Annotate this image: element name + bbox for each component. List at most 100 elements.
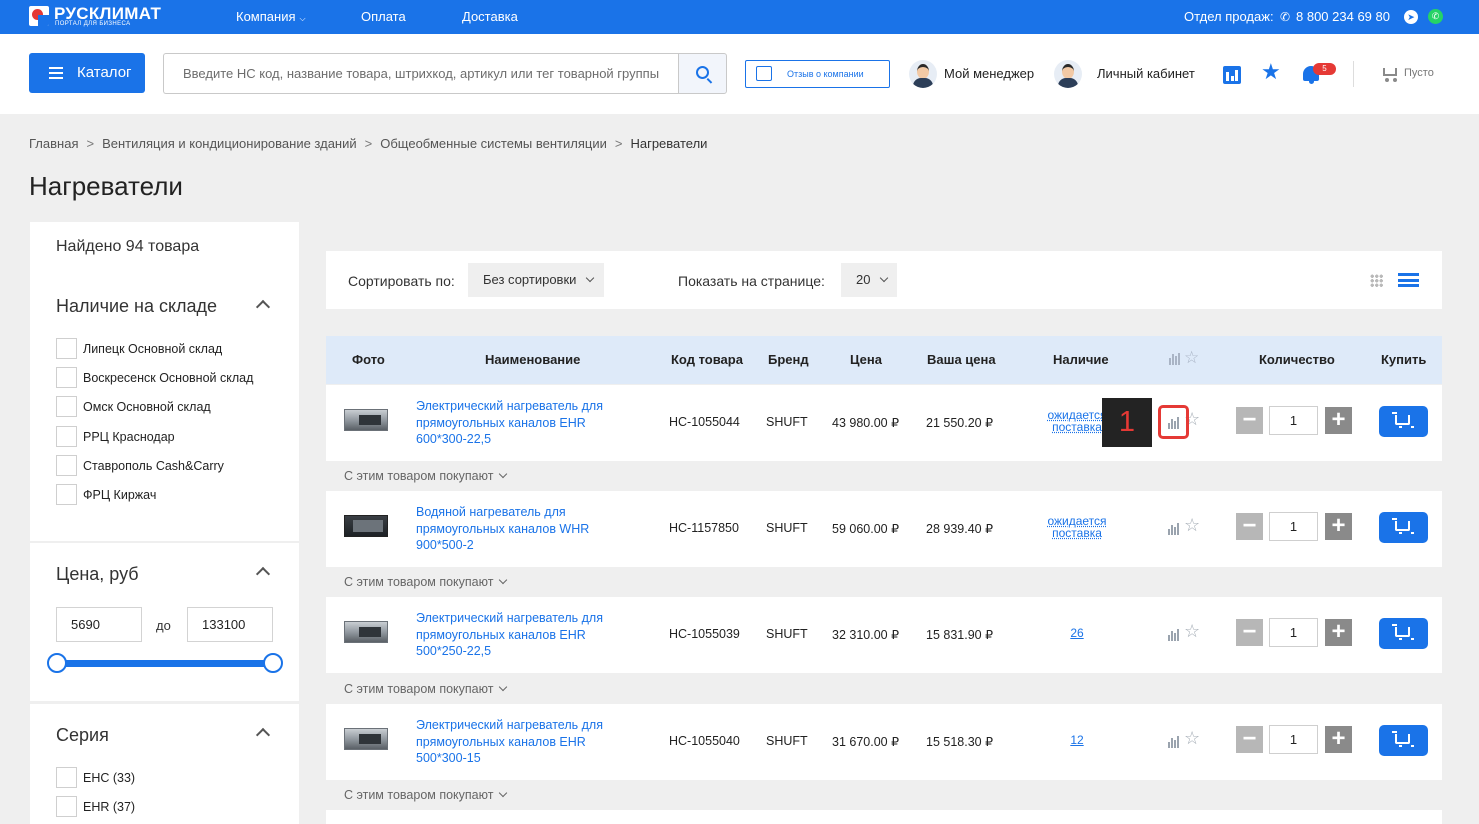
also-bought-toggle[interactable]: С этим товаром покупают xyxy=(326,567,1442,597)
plus-icon[interactable]: + xyxy=(1325,513,1352,540)
sort-select[interactable]: Без сортировки xyxy=(468,263,604,297)
also-bought-toggle[interactable]: С этим товаром покупают xyxy=(326,461,1442,491)
price-min-input[interactable] xyxy=(56,607,142,642)
favorite-star-icon[interactable]: ☆ xyxy=(1184,729,1200,747)
stats-icon[interactable] xyxy=(1223,66,1241,84)
checkbox[interactable] xyxy=(56,796,77,817)
filter-option-label: ФРЦ Киржач xyxy=(83,488,157,502)
checkbox[interactable] xyxy=(56,367,77,388)
manager-avatar[interactable] xyxy=(909,60,937,88)
product-price: 32 310.00 ₽ xyxy=(832,628,900,642)
plus-icon[interactable]: + xyxy=(1325,726,1352,753)
plus-icon[interactable]: + xyxy=(1325,407,1352,434)
star-icon[interactable]: ★ xyxy=(1261,61,1281,83)
plus-icon[interactable]: + xyxy=(1325,619,1352,646)
breadcrumb-item-general-ventilation[interactable]: Общеобменные системы вентиляции xyxy=(380,136,607,151)
minus-icon[interactable]: − xyxy=(1236,726,1263,753)
checkbox[interactable] xyxy=(56,484,77,505)
favorite-star-icon[interactable]: ☆ xyxy=(1184,622,1200,640)
add-to-cart-button[interactable] xyxy=(1379,512,1428,543)
filter-price-title[interactable]: Цена, руб xyxy=(56,564,139,585)
column-header-your-price[interactable]: Ваша цена xyxy=(927,352,996,367)
price-max-input[interactable] xyxy=(187,607,273,642)
compare-icon[interactable] xyxy=(1167,735,1181,748)
product-name-link[interactable]: Электрический нагреватель для прямоуголь… xyxy=(416,398,626,448)
account-link[interactable]: Личный кабинет xyxy=(1097,66,1195,81)
price-slider-min-handle[interactable] xyxy=(47,653,67,673)
account-avatar[interactable] xyxy=(1054,60,1082,88)
product-image[interactable] xyxy=(344,407,388,433)
telegram-icon[interactable]: ➤ xyxy=(1404,10,1418,24)
checkbox[interactable] xyxy=(56,767,77,788)
quantity-input[interactable] xyxy=(1269,725,1318,754)
column-header-price[interactable]: Цена xyxy=(850,352,882,367)
add-to-cart-button[interactable] xyxy=(1379,725,1428,756)
breadcrumb-item-ventilation[interactable]: Вентиляция и кондиционирование зданий xyxy=(102,136,357,151)
company-review-button[interactable]: Отзыв о компании xyxy=(745,60,890,88)
price-slider-max-handle[interactable] xyxy=(263,653,283,673)
checkbox[interactable] xyxy=(56,396,77,417)
site-logo[interactable]: РУСКЛИМАТ ПОРТАЛ ДЛЯ БИЗНЕСА xyxy=(29,4,174,28)
price-slider-track[interactable] xyxy=(57,660,273,667)
chevron-up-icon[interactable] xyxy=(255,299,271,315)
breadcrumb-item-home[interactable]: Главная xyxy=(29,136,78,151)
favorite-star-icon[interactable]: ☆ xyxy=(1184,516,1200,534)
nav-payment[interactable]: Оплата xyxy=(361,9,406,24)
column-header-code[interactable]: Код товара xyxy=(671,352,743,367)
product-name-link[interactable]: Электрический нагреватель для прямоуголь… xyxy=(416,717,626,767)
cart-label[interactable]: Пусто xyxy=(1404,67,1434,79)
list-view-icon[interactable] xyxy=(1398,273,1419,287)
per-page-label: Показать на странице: xyxy=(678,273,825,289)
compare-icon[interactable] xyxy=(1167,522,1181,535)
add-to-cart-button[interactable] xyxy=(1379,618,1428,649)
page-title: Нагреватели xyxy=(29,171,183,201)
quantity-input[interactable] xyxy=(1269,406,1318,435)
nav-company[interactable]: Компания ⌵ xyxy=(236,9,306,24)
filter-option-label: РРЦ Краснодар xyxy=(83,430,175,444)
table-row: Электрический нагреватель для прямоуголь… xyxy=(326,704,1442,780)
add-to-cart-button[interactable] xyxy=(1379,406,1428,437)
whatsapp-icon[interactable]: ✆ xyxy=(1428,9,1443,24)
filter-stock-title[interactable]: Наличие на складе xyxy=(56,296,217,317)
minus-icon[interactable]: − xyxy=(1236,407,1263,434)
product-name-link[interactable]: Водяной нагреватель для прямоугольных ка… xyxy=(416,504,626,554)
table-row xyxy=(326,810,1442,824)
column-header-availability[interactable]: Наличие xyxy=(1053,352,1109,367)
chevron-up-icon[interactable] xyxy=(255,566,271,582)
product-image[interactable] xyxy=(344,726,388,752)
product-price: 59 060.00 ₽ xyxy=(832,522,900,536)
checkbox[interactable] xyxy=(56,426,77,447)
catalog-button[interactable]: Каталог xyxy=(29,53,145,93)
nav-delivery[interactable]: Доставка xyxy=(462,9,518,24)
checkbox[interactable] xyxy=(56,455,77,476)
per-page-select[interactable]: 20 xyxy=(841,263,897,297)
table-row: Электрический нагреватель для прямоуголь… xyxy=(326,385,1442,461)
chevron-down-icon xyxy=(499,788,508,798)
compare-icon[interactable] xyxy=(1167,628,1181,641)
column-header-brand[interactable]: Бренд xyxy=(768,352,809,367)
search-button[interactable] xyxy=(678,53,727,94)
chevron-up-icon[interactable] xyxy=(255,727,271,743)
product-availability[interactable]: ожидается поставка xyxy=(1037,515,1117,539)
minus-icon[interactable]: − xyxy=(1236,619,1263,646)
cart-icon[interactable] xyxy=(1381,65,1399,82)
filter-series-title[interactable]: Серия xyxy=(56,725,109,746)
grid-view-icon[interactable] xyxy=(1370,274,1383,287)
add-to-cart-icon xyxy=(1392,624,1414,640)
minus-icon[interactable]: − xyxy=(1236,513,1263,540)
logo-subtitle: ПОРТАЛ ДЛЯ БИЗНЕСА xyxy=(55,21,131,27)
quantity-input[interactable] xyxy=(1269,512,1318,541)
search-input[interactable] xyxy=(163,53,679,94)
quantity-input[interactable] xyxy=(1269,618,1318,647)
product-availability[interactable]: 12 xyxy=(1037,734,1117,746)
product-name-link[interactable]: Электрический нагреватель для прямоуголь… xyxy=(416,610,626,660)
my-manager-link[interactable]: Мой менеджер xyxy=(944,66,1034,81)
product-availability[interactable]: 26 xyxy=(1037,627,1117,639)
also-bought-toggle[interactable]: С этим товаром покупают xyxy=(326,780,1442,810)
phone-number[interactable]: 8 800 234 69 80 xyxy=(1296,9,1390,24)
column-header-name[interactable]: Наименование xyxy=(485,352,580,367)
checkbox[interactable] xyxy=(56,338,77,359)
product-image[interactable] xyxy=(344,513,388,539)
also-bought-toggle[interactable]: С этим товаром покупают xyxy=(326,674,1442,704)
product-image[interactable] xyxy=(344,619,388,645)
